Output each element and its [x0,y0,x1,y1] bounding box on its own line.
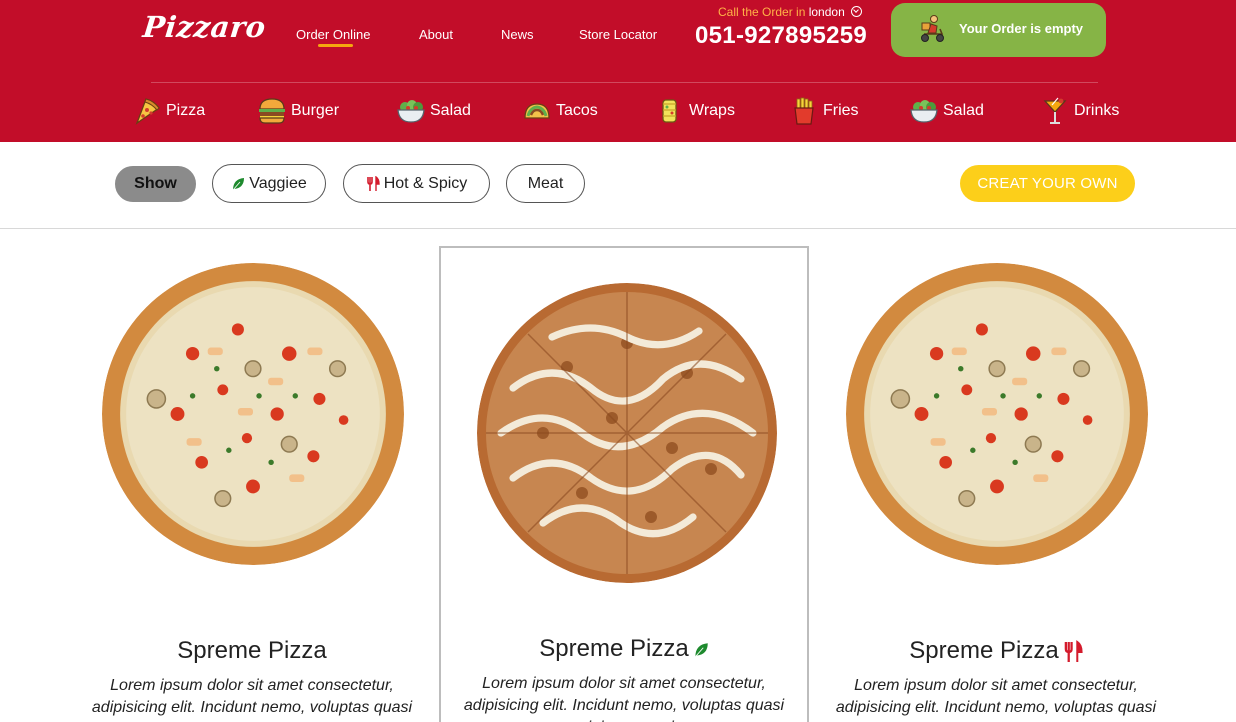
category-label: Wraps [689,102,735,119]
drinks-icon [1043,97,1067,124]
fries-icon [794,97,814,125]
header-divider [151,82,1098,83]
nav-order-online[interactable]: Order Online [296,27,370,47]
nav-store-locator[interactable]: Store Locator [579,27,657,42]
pizza-icon [135,98,160,125]
chevron-down-icon[interactable] [851,6,863,17]
filter-show[interactable]: Show [115,166,196,202]
product-title-text: Spreme Pizza [539,635,689,662]
leaf-icon [694,642,708,657]
fork-knife-icon [366,175,380,191]
cart-label: Your Order is empty [959,21,1084,36]
category-burger[interactable]: Burger [257,94,339,128]
burger-icon [259,98,285,124]
category-wraps[interactable]: Wraps [655,94,735,128]
category-salad-2[interactable]: Salad [909,94,984,128]
phone-number[interactable]: 051-927895259 [695,22,867,50]
product-card[interactable]: Spreme Pizza Lorem ipsum dolor sit amet … [811,246,1181,722]
category-pizza[interactable]: Pizza [132,94,205,128]
logo[interactable]: Pizzaro [141,10,267,44]
fork-knife-icon [1064,639,1083,662]
category-tacos[interactable]: Tacos [522,94,598,128]
salad-icon [397,100,425,123]
site-header: Pizzaro Order Online About News Store Lo… [0,0,1236,142]
product-card[interactable]: Spreme Pizza Lorem ipsum dolor sit amet … [67,246,437,722]
category-drinks[interactable]: Drinks [1040,94,1119,128]
product-title[interactable]: Spreme Pizza [811,637,1181,665]
tacos-icon [524,103,550,119]
city-select[interactable]: london [809,5,845,19]
product-title[interactable]: Spreme Pizza [67,637,437,665]
category-fries[interactable]: Fries [789,94,859,128]
category-label: Salad [943,102,984,119]
product-description: Lorem ipsum dolor sit amet consectetur, … [835,677,1157,722]
cart-button[interactable]: Your Order is empty [891,3,1106,57]
scooter-icon [921,15,944,42]
pizza-image[interactable] [846,263,1148,565]
filter-bar: Show Vaggiee Hot & Spicy Meat CREAT YOUR… [0,142,1236,229]
product-description: Lorem ipsum dolor sit amet consectetur, … [91,677,413,722]
leaf-icon [232,177,245,190]
filter-hot-spicy[interactable]: Hot & Spicy [343,164,490,203]
product-title[interactable]: Spreme Pizza [441,635,807,663]
category-label: Burger [291,102,340,119]
category-label: Drinks [1074,102,1120,119]
filter-label: Vaggiee [249,174,307,192]
nav-about[interactable]: About [419,27,453,42]
category-nav: Pizza Burger Salad Tacos Wraps Fries Sal… [0,94,1236,128]
create-your-own-button[interactable]: CREAT YOUR OWN [960,165,1135,202]
category-label: Fries [823,102,859,119]
wraps-icon [662,99,677,123]
product-card-selected[interactable]: Spreme Pizza Lorem ipsum dolor sit amet … [439,246,809,722]
filter-vaggiee[interactable]: Vaggiee [212,164,326,203]
category-label: Salad [430,102,471,119]
nav-news[interactable]: News [501,27,534,42]
category-label: Tacos [556,102,598,119]
pizza-image[interactable] [102,263,404,565]
filter-label: Hot & Spicy [383,174,468,192]
filter-meat[interactable]: Meat [506,164,585,203]
category-salad[interactable]: Salad [396,94,471,128]
product-title-text: Spreme Pizza [909,637,1059,664]
call-prefix: Call the Order in [718,5,806,19]
product-description: Lorem ipsum dolor sit amet consectetur, … [463,675,785,722]
category-label: Pizza [166,102,206,119]
pizza-image[interactable] [477,283,777,583]
salad-icon [910,100,938,123]
call-order-line: Call the Order in london [718,5,863,19]
